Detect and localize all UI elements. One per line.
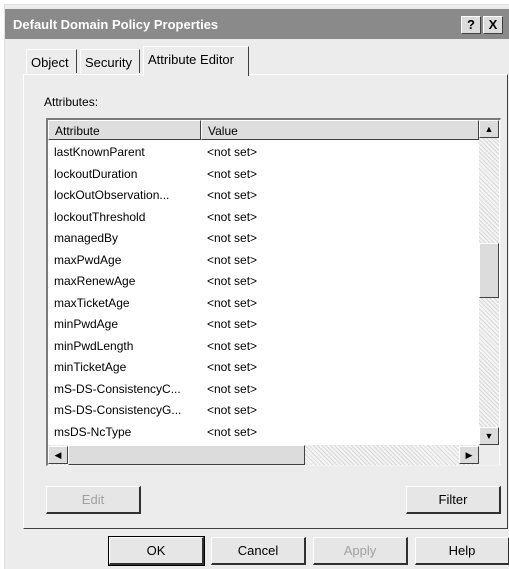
attribute-value: <not set> xyxy=(207,403,258,417)
list-item[interactable]: lockOutObservation... <not set> xyxy=(48,184,479,206)
vertical-scrollbar[interactable]: ▲ ▼ xyxy=(479,120,499,445)
scroll-up-arrow-icon[interactable]: ▲ xyxy=(479,120,499,138)
list-item[interactable]: maxRenewAge <not set> xyxy=(48,270,479,292)
attribute-rows: lastKnownParent <not set> lockoutDuration <… xyxy=(48,141,479,448)
scroll-right-arrow-icon[interactable]: ▶ xyxy=(459,446,479,464)
list-item[interactable]: mS-DS-ConsistencyC... <not set> xyxy=(48,378,479,400)
attribute-name: maxPwdAge xyxy=(54,252,122,267)
tab-security[interactable]: Security xyxy=(80,49,140,73)
attribute-value: <not set> xyxy=(207,381,258,396)
scroll-down-arrow-icon[interactable]: ▼ xyxy=(479,427,499,445)
list-item[interactable]: msDS-NcType <not set> xyxy=(48,421,479,443)
attribute-name: lastKnownParent xyxy=(54,145,145,159)
attribute-name: maxRenewAge xyxy=(54,274,136,288)
close-icon[interactable]: X xyxy=(483,16,503,34)
list-item[interactable]: lockoutThreshold <not set> xyxy=(48,206,479,228)
tab-object[interactable]: Object xyxy=(26,49,77,73)
horizontal-scrollbar[interactable]: ◀ ▶ xyxy=(48,445,479,465)
attribute-value: <not set> xyxy=(207,317,258,331)
attribute-value: <not set> xyxy=(207,231,258,245)
attributes-label: Attributes: xyxy=(44,95,99,109)
properties-dialog: Default Domain Policy Properties ? X Obj… xyxy=(4,4,509,569)
list-item[interactable]: minTicketAge <not set> xyxy=(48,356,479,378)
list-item[interactable]: minPwdAge <not set> xyxy=(48,313,479,335)
cancel-button[interactable]: Cancel xyxy=(211,537,306,565)
edit-button[interactable]: Edit xyxy=(46,486,141,514)
attribute-name: maxTicketAge xyxy=(54,295,130,310)
column-header-attribute[interactable]: Attribute xyxy=(48,120,201,140)
attribute-value: <not set> xyxy=(207,424,258,439)
vertical-scroll-thumb[interactable] xyxy=(479,243,499,299)
list-item[interactable]: lockoutDuration <not set> xyxy=(48,163,479,185)
attribute-name: mS-DS-ConsistencyG... xyxy=(54,403,182,417)
help-icon[interactable]: ? xyxy=(461,16,481,34)
tab-attribute-editor[interactable]: Attribute Editor xyxy=(143,46,249,76)
list-item[interactable]: lastKnownParent <not set> xyxy=(48,141,479,163)
list-item[interactable]: managedBy <not set> xyxy=(48,227,479,249)
apply-button[interactable]: Apply xyxy=(313,537,408,565)
attribute-name: minPwdLength xyxy=(54,338,134,353)
attribute-value: <not set> xyxy=(207,188,258,202)
attribute-value: <not set> xyxy=(207,252,258,267)
attribute-name: minPwdAge xyxy=(54,317,119,331)
attribute-name: mS-DS-ConsistencyC... xyxy=(54,381,181,396)
ok-button[interactable]: OK xyxy=(108,536,205,566)
list-item[interactable]: mS-DS-ConsistencyG... <not set> xyxy=(48,399,479,421)
attribute-name: msDS-NcType xyxy=(54,424,132,439)
attribute-value: <not set> xyxy=(207,360,258,374)
attribute-name: minTicketAge xyxy=(54,360,127,374)
attribute-name: lockOutObservation... xyxy=(54,188,170,202)
help-button[interactable]: Help xyxy=(415,537,509,565)
column-header-value[interactable]: Value xyxy=(201,120,479,140)
attribute-name: lockoutThreshold xyxy=(54,209,146,224)
attribute-value: <not set> xyxy=(207,274,258,288)
list-item[interactable]: minPwdLength <not set> xyxy=(48,335,479,357)
dialog-title: Default Domain Policy Properties xyxy=(13,17,219,32)
filter-button[interactable]: Filter xyxy=(406,486,501,514)
scroll-corner xyxy=(479,445,499,465)
attribute-value: <not set> xyxy=(207,166,258,181)
attribute-value: <not set> xyxy=(207,209,258,224)
attribute-name: lockoutDuration xyxy=(54,166,138,181)
attribute-editor-panel: Attributes: Attribute Value lastKnownPar… xyxy=(23,74,508,529)
attribute-value: <not set> xyxy=(207,295,258,310)
title-bar: Default Domain Policy Properties ? X xyxy=(5,9,509,39)
horizontal-scroll-thumb[interactable] xyxy=(68,445,305,465)
list-item[interactable]: maxTicketAge <not set> xyxy=(48,292,479,314)
scroll-left-arrow-icon[interactable]: ◀ xyxy=(48,446,68,464)
attribute-name: managedBy xyxy=(54,231,119,245)
attribute-value: <not set> xyxy=(207,338,258,353)
attributes-list[interactable]: Attribute Value lastKnownParent <not set>… xyxy=(46,118,501,466)
attribute-value: <not set> xyxy=(207,145,258,159)
list-item[interactable]: maxPwdAge <not set> xyxy=(48,249,479,271)
